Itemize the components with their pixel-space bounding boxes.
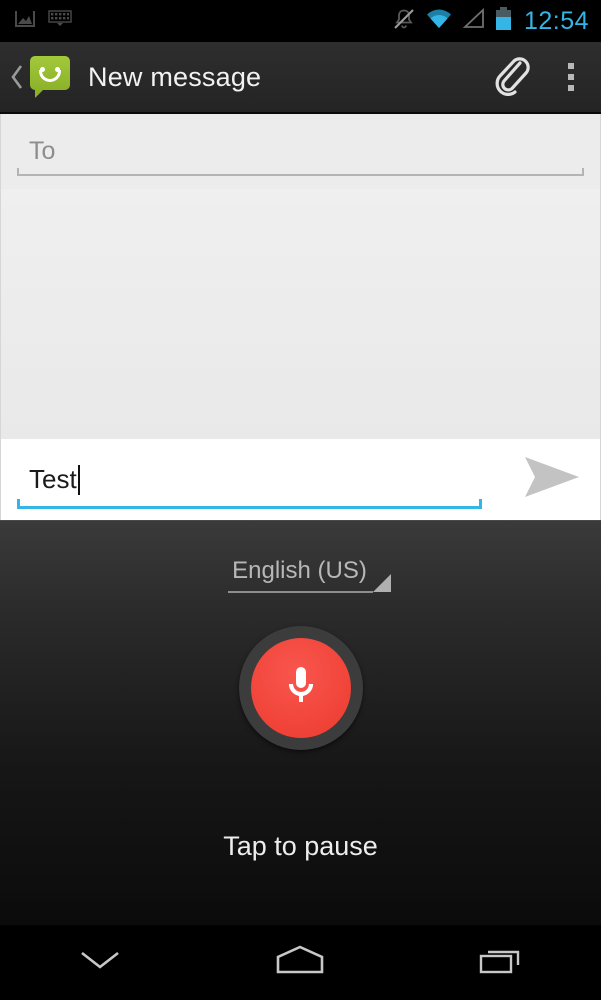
recipient-underline <box>17 167 584 176</box>
overflow-menu-icon <box>568 63 574 91</box>
language-selector-row: English (US) <box>0 557 601 593</box>
microphone-row <box>0 626 601 750</box>
home-icon <box>272 943 328 982</box>
screenshot-notification-icon <box>14 9 36 34</box>
recipient-placeholder: To <box>29 137 56 165</box>
keyboard-active-icon <box>48 10 72 32</box>
status-bar-clock: 12:54 <box>523 6 589 35</box>
hide-keyboard-button[interactable] <box>0 925 200 1000</box>
voice-status-hint: Tap to pause <box>223 831 378 861</box>
smiley-mouth-icon <box>39 70 61 82</box>
message-compose-area: To Test <box>0 114 601 520</box>
recents-icon <box>476 943 526 982</box>
battery-icon <box>495 6 512 36</box>
status-bar-system-icons: 12:54 <box>392 6 601 36</box>
text-cursor <box>77 464 80 495</box>
microphone-button[interactable] <box>250 638 351 738</box>
recents-button[interactable] <box>401 925 601 1000</box>
navigation-bar <box>0 925 601 1000</box>
message-input[interactable]: Test <box>17 449 504 511</box>
send-button[interactable] <box>504 439 600 520</box>
dropdown-triangle-icon <box>372 574 391 592</box>
action-bar-actions <box>481 41 601 113</box>
overflow-menu-button[interactable] <box>541 41 601 113</box>
compose-row: Test <box>1 439 600 520</box>
language-label: English (US) <box>232 557 367 584</box>
conversation-thread <box>1 189 600 439</box>
attach-button[interactable] <box>481 41 541 113</box>
phone-screen: 12:54 New message To Test English (US) T… <box>0 0 601 1000</box>
wifi-icon <box>425 8 453 35</box>
messaging-app-icon[interactable] <box>30 56 72 98</box>
language-selector[interactable]: English (US) <box>228 557 391 593</box>
language-underline <box>228 591 373 593</box>
action-bar: New message <box>0 42 601 114</box>
cellular-signal-icon <box>462 7 486 35</box>
message-input-underline <box>17 498 482 509</box>
status-bar-notifications <box>0 9 72 34</box>
paperclip-icon <box>491 54 531 101</box>
page-title: New message <box>88 61 262 92</box>
home-button[interactable] <box>200 925 400 1000</box>
send-icon <box>521 453 583 506</box>
voice-input-panel: English (US) Tap to pause <box>0 520 601 925</box>
microphone-icon <box>278 659 324 718</box>
ringer-muted-icon <box>392 7 416 36</box>
message-input-value: Test <box>29 464 77 494</box>
status-bar: 12:54 <box>0 0 601 42</box>
microphone-ring <box>238 626 363 750</box>
back-button[interactable] <box>6 64 28 90</box>
speech-bubble-icon <box>30 56 70 98</box>
hide-keyboard-icon <box>74 945 126 980</box>
recipient-field[interactable]: To <box>17 122 584 182</box>
recipient-row: To <box>1 114 600 189</box>
